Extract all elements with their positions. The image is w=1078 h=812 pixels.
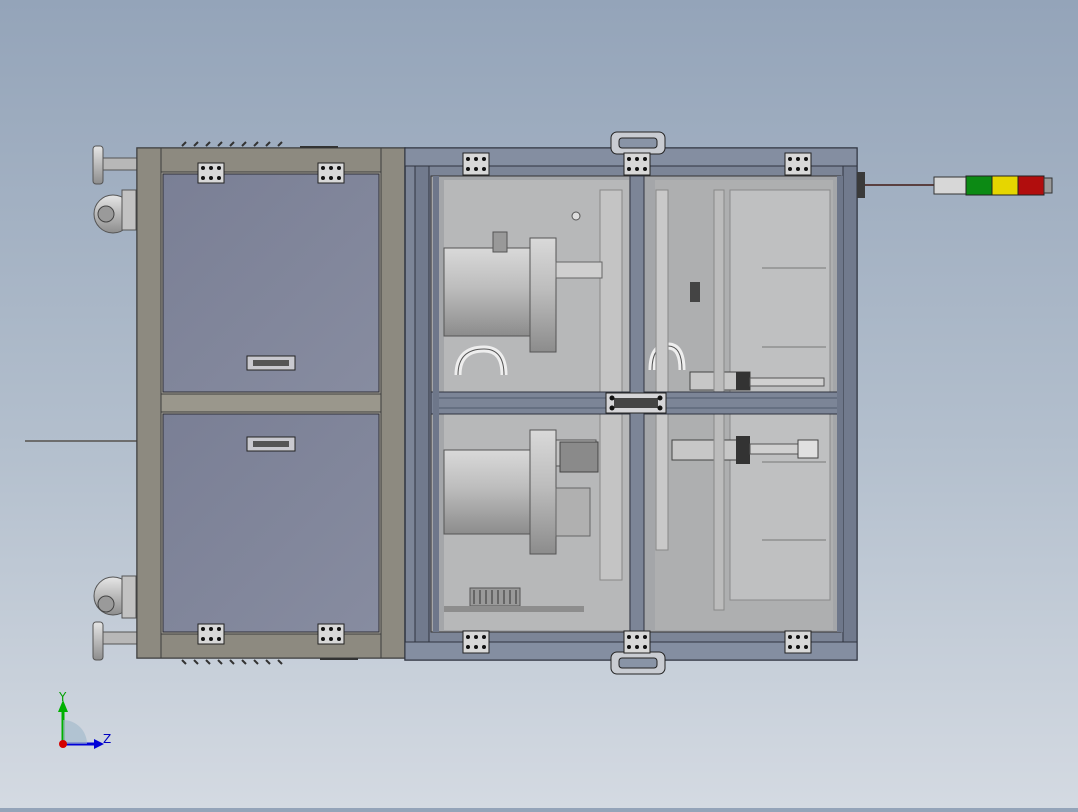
signal-light-yellow: [991, 175, 1019, 196]
lift-handle-top[interactable]: [610, 131, 666, 155]
caster-top: [93, 189, 137, 234]
signal-light-red: [1017, 175, 1045, 196]
lift-handle-bottom[interactable]: [610, 651, 666, 675]
vent-fins-top: [181, 141, 338, 148]
coordinate-triad-icon: [58, 700, 104, 749]
leveling-foot-bottom: [92, 621, 138, 661]
signal-light-green: [965, 175, 993, 196]
caster-bottom: [93, 575, 137, 619]
upper-door-handle[interactable]: [246, 355, 296, 371]
lower-door-handle[interactable]: [246, 436, 296, 452]
y-axis-label: Y: [58, 690, 67, 704]
leveling-foot-top: [92, 145, 138, 185]
center-latch[interactable]: [605, 392, 667, 414]
cad-model-svg[interactable]: Y Z: [0, 0, 1078, 808]
vent-fins-bottom: [181, 658, 358, 665]
cad-graphics-viewport[interactable]: Y Z: [0, 0, 1078, 808]
signal-tower-icon: [857, 172, 1053, 198]
z-axis-label: Z: [103, 732, 111, 746]
